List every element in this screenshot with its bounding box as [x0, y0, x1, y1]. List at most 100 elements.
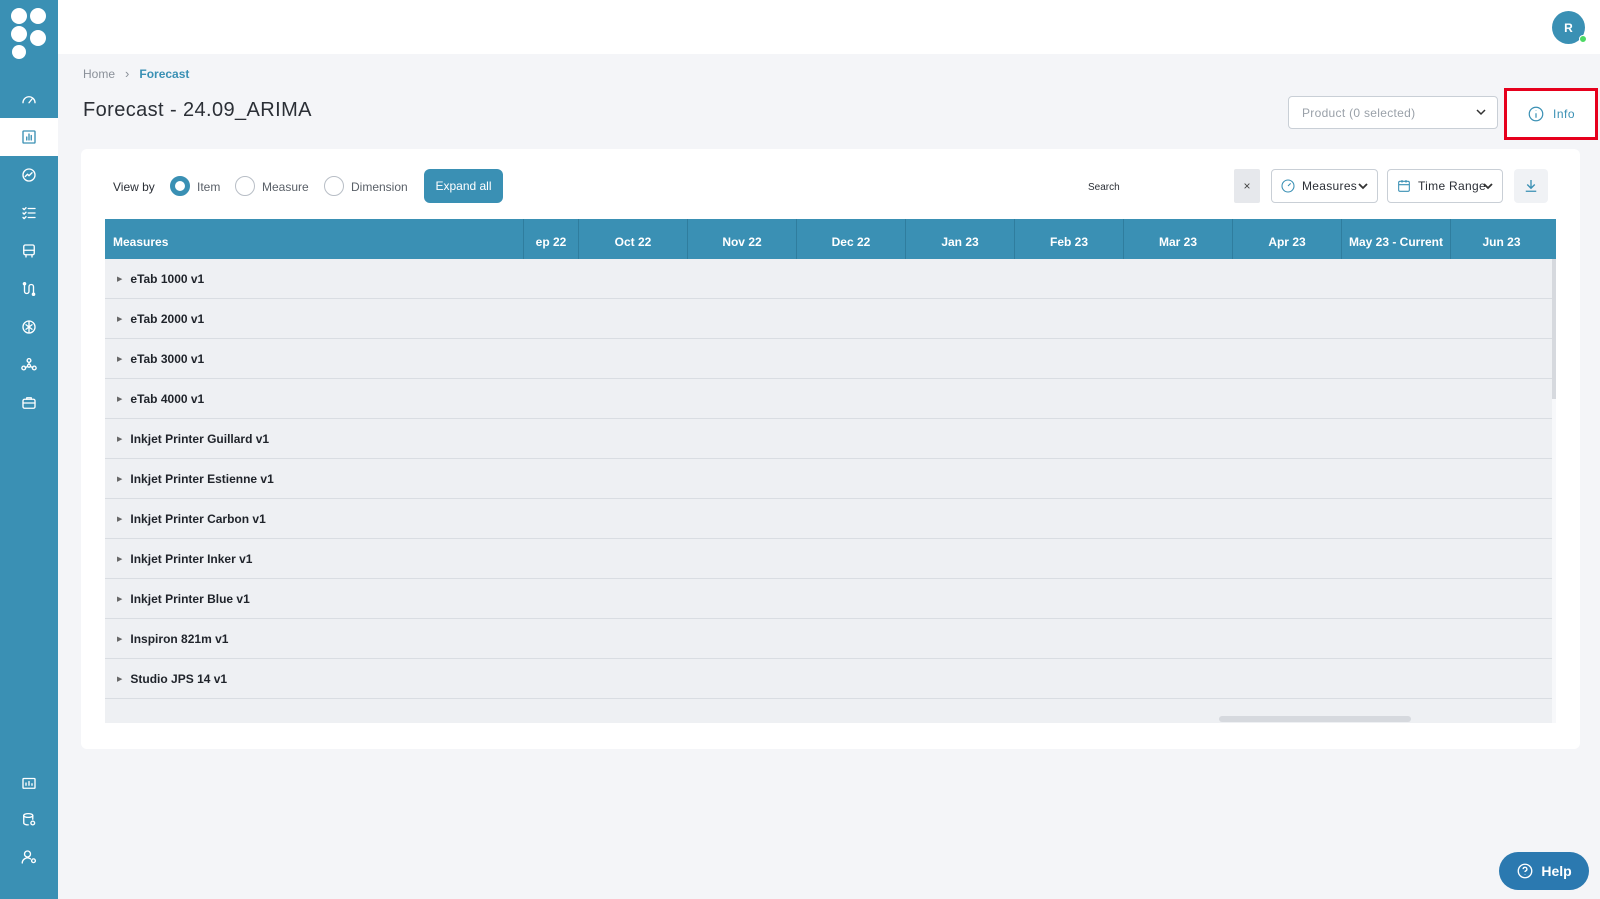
row-label: Inkjet Printer Carbon v1 [130, 511, 266, 526]
radio-item[interactable] [170, 176, 190, 196]
horizontal-scrollbar-thumb[interactable] [1219, 716, 1411, 722]
vehicle-icon [23, 244, 35, 258]
search-label[interactable]: Search [1088, 182, 1120, 193]
nav-tasks[interactable] [0, 194, 58, 232]
sidebar [0, 0, 58, 899]
measures-dropdown[interactable]: Measures [1271, 169, 1378, 203]
forecast-table: Measures ep 22 Oct 22 Nov 22 Dec 22 Jan … [105, 219, 1556, 723]
trend-circle-icon [22, 168, 36, 182]
column-header-month[interactable]: Nov 22 [687, 219, 796, 259]
time-range-dropdown[interactable]: Time Range [1387, 169, 1503, 203]
table-row[interactable]: ▶ Studio JPS 14 v1 [105, 659, 1552, 699]
search-clear-button[interactable]: × [1234, 169, 1260, 203]
vertical-scrollbar[interactable] [1552, 259, 1556, 723]
chevron-down-icon [1358, 183, 1368, 190]
table-row[interactable]: ▶ Inkjet Printer Estienne v1 [105, 459, 1552, 499]
route-icon [22, 281, 36, 297]
column-header-month[interactable]: May 23 - Current [1341, 219, 1450, 259]
nav-supply[interactable] [0, 232, 58, 270]
nav-trends[interactable] [0, 156, 58, 194]
radio-dimension-label[interactable]: Dimension [351, 180, 408, 194]
briefcase-icon [22, 397, 36, 409]
table-row[interactable]: ▶ eTab 2000 v1 [105, 299, 1552, 339]
expand-all-button[interactable]: Expand all [424, 169, 503, 203]
nav-dashboard[interactable] [0, 80, 58, 118]
table-row[interactable]: ▶ Inkjet Printer Blue v1 [105, 579, 1552, 619]
page-title: Forecast - 24.09_ARIMA [83, 99, 312, 121]
table-header: Measures ep 22 Oct 22 Nov 22 Dec 22 Jan … [105, 219, 1556, 259]
product-filter-placeholder: Product (0 selected) [1302, 105, 1416, 120]
download-button[interactable] [1514, 169, 1548, 203]
expand-caret-icon[interactable]: ▶ [117, 675, 122, 683]
table-row[interactable]: ▶ Inkjet Printer Carbon v1 [105, 499, 1552, 539]
table-row[interactable]: ▶ Inkjet Printer Guillard v1 [105, 419, 1552, 459]
nav-forecast[interactable] [0, 118, 58, 156]
column-header-month[interactable]: Apr 23 [1232, 219, 1341, 259]
table-row[interactable]: ▶ eTab 3000 v1 [105, 339, 1552, 379]
column-header-month[interactable]: Feb 23 [1014, 219, 1123, 259]
radio-measure-label[interactable]: Measure [262, 180, 309, 194]
table-row[interactable]: ▶ eTab 1000 v1 [105, 259, 1552, 299]
user-gear-icon [21, 850, 37, 864]
expand-caret-icon[interactable]: ▶ [117, 475, 122, 483]
info-label: Info [1552, 107, 1575, 121]
info-icon [1528, 106, 1544, 122]
help-label: Help [1541, 863, 1572, 879]
time-range-label: Time Range [1418, 179, 1486, 193]
row-label: eTab 1000 v1 [130, 271, 205, 286]
expand-caret-icon[interactable]: ▶ [117, 275, 122, 283]
chevron-down-icon [1476, 109, 1486, 116]
column-header-month[interactable]: ep 22 [523, 219, 578, 259]
radio-dimension[interactable] [324, 176, 344, 196]
help-button[interactable]: Help [1499, 852, 1589, 890]
nav-ai[interactable] [0, 308, 58, 346]
download-icon [1525, 180, 1537, 192]
nav-routes[interactable] [0, 270, 58, 308]
table-row[interactable]: ▶ Inspiron 821m v1 [105, 619, 1552, 659]
column-header-month[interactable]: Oct 22 [578, 219, 687, 259]
expand-caret-icon[interactable]: ▶ [117, 395, 122, 403]
app-logo[interactable] [10, 6, 48, 60]
calendar-icon [1398, 180, 1410, 192]
row-label: eTab 2000 v1 [130, 311, 205, 326]
expand-caret-icon[interactable]: ▶ [117, 355, 122, 363]
checklist-icon [22, 207, 36, 220]
gauge-icon [22, 96, 36, 104]
network-icon [21, 357, 37, 371]
row-label: Inkjet Printer Inker v1 [130, 551, 253, 566]
column-header-month[interactable]: Jun 23 [1450, 219, 1552, 259]
gauge-icon [1281, 179, 1295, 193]
row-label: Inkjet Printer Estienne v1 [130, 471, 274, 486]
column-header-month[interactable]: Mar 23 [1123, 219, 1232, 259]
nav-portfolio[interactable] [0, 384, 58, 422]
column-header-month[interactable]: Jan 23 [905, 219, 1014, 259]
expand-caret-icon[interactable]: ▶ [117, 635, 122, 643]
nav-network[interactable] [0, 346, 58, 384]
expand-caret-icon[interactable]: ▶ [117, 595, 122, 603]
expand-caret-icon[interactable]: ▶ [117, 315, 122, 323]
nav-reports[interactable] [0, 764, 58, 802]
expand-caret-icon[interactable]: ▶ [117, 555, 122, 563]
breadcrumb-home[interactable]: Home [83, 67, 115, 81]
table-row[interactable]: ▶ Inkjet Printer Inker v1 [105, 539, 1552, 579]
radio-measure[interactable] [235, 176, 255, 196]
table-row[interactable]: ▶ eTab 4000 v1 [105, 379, 1552, 419]
expand-caret-icon[interactable]: ▶ [117, 515, 122, 523]
radio-item-label[interactable]: Item [197, 180, 220, 194]
info-button[interactable]: Info [1504, 88, 1598, 140]
vertical-scrollbar-thumb[interactable] [1552, 259, 1556, 399]
column-header-month[interactable]: Dec 22 [796, 219, 905, 259]
row-label: eTab 4000 v1 [130, 391, 205, 406]
ai-knot-icon [22, 320, 36, 334]
row-label: Studio JPS 14 v1 [130, 671, 228, 686]
column-header-measures[interactable]: Measures [105, 219, 523, 259]
measures-label: Measures [1302, 179, 1358, 193]
row-label: Inkjet Printer Guillard v1 [130, 431, 270, 446]
product-filter-select[interactable]: Product (0 selected) [1288, 96, 1498, 129]
top-bar [58, 0, 1600, 54]
nav-data-settings[interactable] [0, 801, 58, 839]
expand-caret-icon[interactable]: ▶ [117, 435, 122, 443]
breadcrumb: Home › Forecast [83, 66, 189, 81]
nav-user-settings[interactable] [0, 838, 58, 876]
report-icon [22, 777, 36, 789]
